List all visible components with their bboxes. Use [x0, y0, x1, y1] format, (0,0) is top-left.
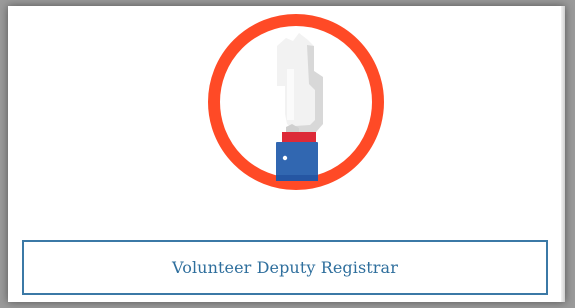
- volunteer-card: Volunteer Deputy Registrar: [8, 6, 565, 302]
- red-cuff: [282, 132, 316, 142]
- palm-highlight: [287, 69, 294, 120]
- volunteer-image: [201, 6, 391, 200]
- raised-hand-icon: [201, 6, 391, 200]
- cuff-button: [282, 155, 288, 161]
- card-edge: [561, 6, 565, 302]
- volunteer-deputy-registrar-label: Volunteer Deputy Registrar: [172, 258, 398, 277]
- volunteer-deputy-registrar-button[interactable]: Volunteer Deputy Registrar: [22, 240, 548, 295]
- blue-cuff: [276, 142, 318, 179]
- blue-cuff-band: [276, 175, 318, 181]
